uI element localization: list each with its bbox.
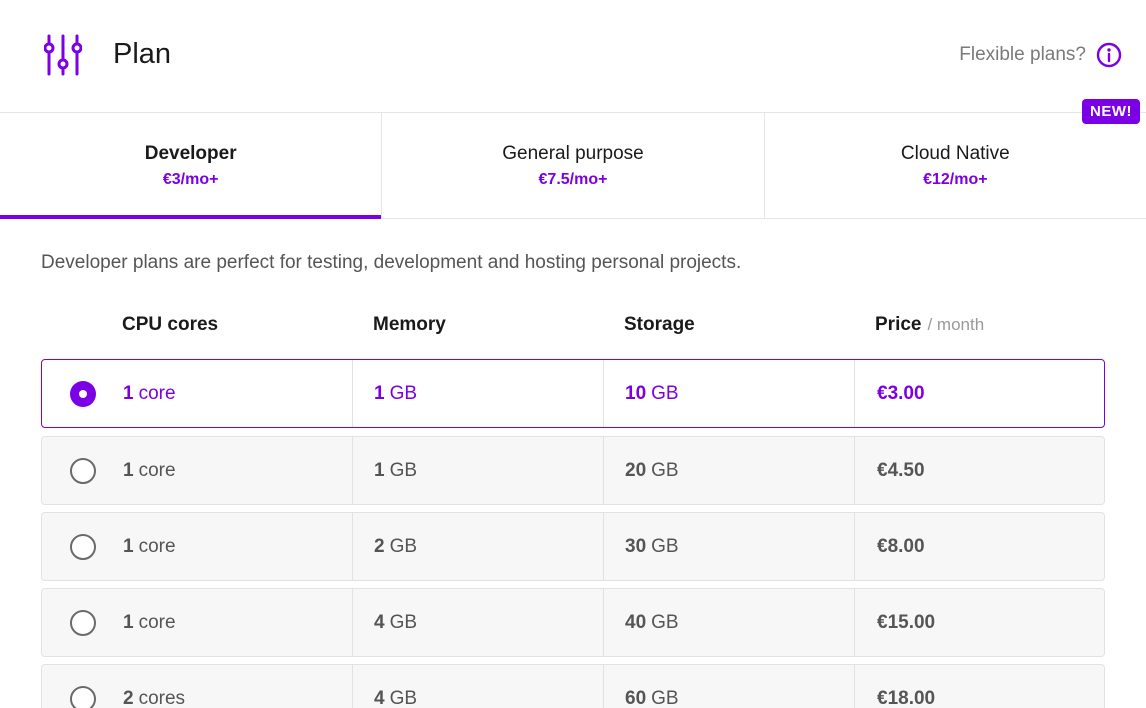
column-header-storage: Storage: [624, 314, 695, 335]
storage-unit: GB: [651, 382, 679, 404]
radio-button[interactable]: [70, 458, 96, 484]
storage-value: 20: [625, 459, 647, 481]
tab-price: €7.5/mo+: [538, 171, 608, 188]
cpu-unit: core: [138, 382, 176, 404]
sliders-icon: [44, 34, 82, 76]
storage-unit: GB: [651, 611, 679, 633]
plan-row[interactable]: 2 cores 4 GB 60 GB €18.00: [41, 664, 1105, 708]
tab-developer[interactable]: Developer €3/mo+: [0, 113, 383, 219]
cpu-unit: core: [138, 611, 176, 633]
price-cell: €4.50: [854, 437, 925, 504]
column-header-memory: Memory: [373, 314, 446, 335]
plan-row[interactable]: 1 core 1 GB 20 GB €4.50: [41, 436, 1105, 505]
memory-cell: 4 GB: [352, 589, 417, 656]
price-cell: €3.00: [854, 360, 925, 427]
price-cell: €18.00: [854, 665, 935, 708]
storage-cell: 10 GB: [603, 360, 679, 427]
page-header: Plan Flexible plans?: [0, 0, 1146, 113]
radio-button[interactable]: [70, 610, 96, 636]
memory-value: 1: [374, 459, 385, 481]
memory-unit: GB: [389, 459, 418, 481]
column-header-cpu: CPU cores: [122, 314, 219, 335]
info-icon[interactable]: [1096, 42, 1122, 68]
tab-price: €12/mo+: [923, 171, 988, 188]
tab-name: Developer: [144, 143, 237, 164]
storage-value: 60: [625, 687, 647, 708]
storage-unit: GB: [651, 535, 679, 557]
price-cell: €15.00: [854, 589, 935, 656]
storage-cell: 20 GB: [603, 437, 679, 504]
memory-value: 4: [374, 611, 385, 633]
cpu-cell: 1 core: [123, 513, 176, 580]
flexible-plans-label: Flexible plans?: [959, 44, 1086, 65]
tab-cloud-native[interactable]: NEW! Cloud Native €12/mo+: [765, 99, 1146, 218]
cpu-unit: core: [138, 535, 176, 557]
table-header: CPU cores Memory Storage Price / month: [41, 314, 1105, 340]
memory-unit: GB: [389, 535, 418, 557]
cpu-cell: 1 core: [123, 437, 176, 504]
cpu-unit: cores: [138, 687, 186, 708]
storage-value: 10: [625, 382, 647, 404]
memory-cell: 1 GB: [352, 437, 417, 504]
cpu-value: 2: [123, 687, 134, 708]
tab-price: €3/mo+: [162, 171, 219, 188]
plan-description: Developer plans are perfect for testing,…: [41, 252, 742, 273]
memory-unit: GB: [389, 611, 418, 633]
memory-value: 2: [374, 535, 385, 557]
storage-cell: 60 GB: [603, 665, 679, 708]
plan-row[interactable]: 1 core 2 GB 30 GB €8.00: [41, 512, 1105, 581]
memory-cell: 1 GB: [352, 360, 417, 427]
page-title: Plan: [113, 38, 172, 70]
storage-unit: GB: [651, 459, 679, 481]
storage-value: 30: [625, 535, 647, 557]
cpu-cell: 1 core: [123, 360, 176, 427]
column-header-price: Price / month: [875, 314, 984, 336]
cpu-value: 1: [123, 459, 134, 481]
plan-row[interactable]: 1 core 4 GB 40 GB €15.00: [41, 588, 1105, 657]
memory-value: 1: [374, 382, 385, 404]
memory-unit: GB: [389, 382, 418, 404]
tab-general-purpose[interactable]: General purpose €7.5/mo+: [382, 113, 765, 218]
plan-row[interactable]: 1 core 1 GB 10 GB €3.00: [41, 359, 1105, 428]
flexible-plans-link[interactable]: Flexible plans?: [959, 42, 1122, 68]
tab-name: Cloud Native: [900, 143, 1010, 164]
cpu-cell: 1 core: [123, 589, 176, 656]
tab-name: General purpose: [502, 143, 644, 164]
storage-unit: GB: [651, 687, 679, 708]
storage-value: 40: [625, 611, 647, 633]
cpu-value: 1: [123, 382, 134, 404]
price-header-label: Price: [875, 314, 922, 335]
cpu-cell: 2 cores: [123, 665, 185, 708]
memory-cell: 2 GB: [352, 513, 417, 580]
radio-button[interactable]: [70, 381, 96, 407]
price-cell: €8.00: [854, 513, 925, 580]
storage-cell: 40 GB: [603, 589, 679, 656]
storage-cell: 30 GB: [603, 513, 679, 580]
cpu-value: 1: [123, 611, 134, 633]
price-header-suffix: / month: [927, 315, 985, 334]
new-badge: NEW!: [1081, 99, 1140, 124]
radio-button[interactable]: [70, 686, 96, 708]
cpu-unit: core: [138, 459, 176, 481]
plan-category-tabs: Developer €3/mo+ General purpose €7.5/mo…: [0, 99, 1146, 219]
memory-cell: 4 GB: [352, 665, 417, 708]
memory-unit: GB: [389, 687, 418, 708]
radio-button[interactable]: [70, 534, 96, 560]
memory-value: 4: [374, 687, 385, 708]
cpu-value: 1: [123, 535, 134, 557]
